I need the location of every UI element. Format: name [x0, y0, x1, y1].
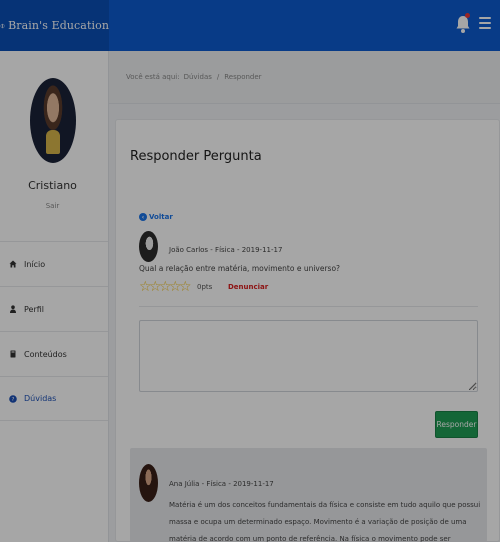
- sidebar-item-label: Início: [24, 259, 46, 269]
- sidebar-item-label: Conteúdos: [24, 349, 67, 359]
- question-meta: João Carlos - Física - 2019-11-17: [169, 246, 283, 254]
- answer-text: Matéria é um dos conceitos fundamentais …: [169, 501, 481, 542]
- arrow-left-circle-icon: ‹: [139, 213, 147, 221]
- sidebar-menu: Início Perfil Conteúdos ? Dúvidas: [0, 241, 108, 421]
- user-avatar[interactable]: [30, 78, 76, 163]
- top-navbar: Brain's Education: [0, 0, 500, 51]
- reply-button[interactable]: Responder: [435, 411, 478, 438]
- sidebar: Cristiano Sair Início Perfil Conteúdos ?…: [0, 51, 109, 542]
- logout-link[interactable]: Sair: [0, 202, 105, 210]
- question-author-avatar: [139, 231, 158, 262]
- sidebar-item-inicio[interactable]: Início: [0, 241, 108, 286]
- book-icon: [9, 350, 17, 358]
- points-label: 0pts: [197, 283, 213, 291]
- sidebar-item-label: Dúvidas: [24, 394, 57, 403]
- brand-name: Brain's Education: [8, 19, 109, 32]
- home-icon: [9, 260, 17, 268]
- breadcrumb: Você está aqui: Dúvidas / Responder: [109, 51, 500, 104]
- question-circle-icon: ?: [9, 394, 17, 403]
- back-link[interactable]: ‹ Voltar: [139, 213, 173, 221]
- answer-author-avatar: [139, 464, 158, 502]
- report-link[interactable]: Denunciar: [228, 283, 268, 291]
- back-label: Voltar: [149, 213, 173, 221]
- breadcrumb-separator: /: [216, 73, 220, 81]
- divider: [139, 306, 478, 307]
- brain-logo-icon: [0, 23, 5, 28]
- sidebar-item-conteudos[interactable]: Conteúdos: [0, 331, 108, 376]
- page-title: Responder Pergunta: [130, 149, 262, 164]
- star-icon[interactable]: ☆: [179, 279, 192, 295]
- user-name: Cristiano: [28, 179, 77, 192]
- svg-text:?: ?: [12, 397, 15, 403]
- rating-stars[interactable]: ☆ ☆ ☆ ☆ ☆: [139, 279, 192, 295]
- notification-badge: [465, 13, 470, 18]
- sidebar-item-label: Perfil: [24, 304, 45, 314]
- answer-textarea[interactable]: [139, 320, 478, 392]
- brand-logo[interactable]: Brain's Education: [0, 0, 109, 51]
- breadcrumb-item-duvidas[interactable]: Dúvidas: [184, 73, 212, 81]
- hamburger-icon[interactable]: [479, 17, 491, 31]
- breadcrumb-item-responder: Responder: [224, 73, 262, 81]
- user-icon: [9, 305, 17, 313]
- answer-meta: Ana Júlia - Física - 2019-11-17: [169, 480, 274, 488]
- question-text: Qual a relação entre matéria, movimento …: [139, 264, 341, 273]
- breadcrumb-prefix: Você está aqui:: [126, 73, 180, 81]
- sidebar-item-duvidas[interactable]: ? Dúvidas: [0, 376, 108, 421]
- resize-handle-icon[interactable]: [469, 383, 476, 390]
- sidebar-item-perfil[interactable]: Perfil: [0, 286, 108, 331]
